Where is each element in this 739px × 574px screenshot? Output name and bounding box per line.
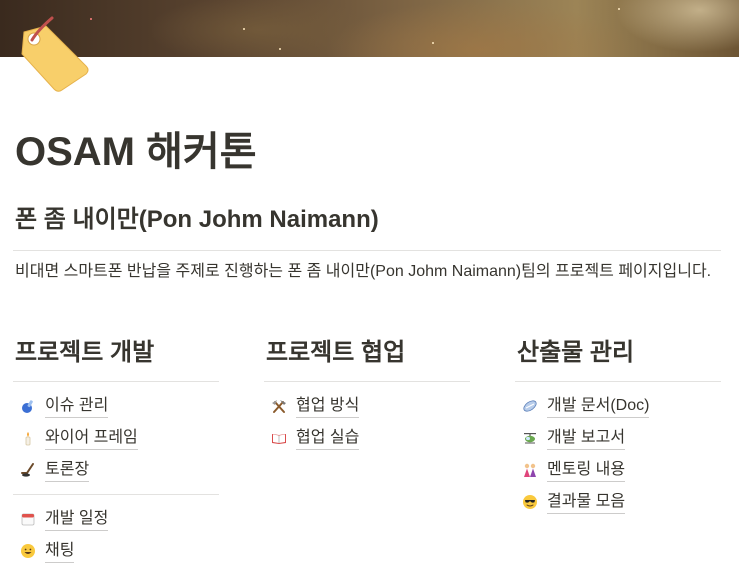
link-dev-report[interactable]: 개발 보고서 [517, 422, 725, 454]
link-label[interactable]: 개발 일정 [45, 508, 109, 531]
calendar-icon [19, 510, 37, 528]
link-label[interactable]: 협업 실습 [296, 427, 360, 450]
helicopter-icon [521, 429, 539, 447]
cover-star [618, 8, 620, 10]
cover-image [0, 0, 739, 57]
group-divider [13, 494, 219, 495]
link-label[interactable]: 채팅 [45, 540, 75, 563]
column-divider [264, 381, 470, 382]
column-project-collab: 프로젝트 협업 협업 방식 협업 실습 [264, 333, 474, 454]
link-label[interactable]: 토론장 [45, 459, 90, 482]
test-tube-icon [19, 397, 37, 415]
link-label[interactable]: 결과물 모음 [547, 491, 626, 514]
link-label[interactable]: 이슈 관리 [45, 395, 109, 418]
link-label[interactable]: 협업 방식 [296, 395, 360, 418]
link-label[interactable]: 개발 보고서 [547, 427, 626, 450]
page-title: OSAM 해커톤 [15, 130, 257, 174]
dancers-icon [521, 461, 539, 479]
link-label[interactable]: 와이어 프레임 [45, 427, 138, 450]
column-divider [515, 381, 721, 382]
link-label[interactable]: 개발 문서(Doc) [547, 395, 650, 418]
column-divider [13, 381, 219, 382]
candle-icon [19, 429, 37, 447]
column-project-dev: 프로젝트 개발 이슈 관리 와이어 프레임 토론장 개발 일정 채팅 [13, 333, 223, 567]
sunglasses-face-icon [521, 493, 539, 511]
link-chat[interactable]: 채팅 [15, 535, 223, 567]
link-issue-management[interactable]: 이슈 관리 [15, 390, 223, 422]
hammer-pick-icon [270, 397, 288, 415]
rugby-ball-icon [521, 397, 539, 415]
page-description: 비대면 스마트폰 반납을 주제로 진행하는 폰 좀 내이만(Pon Johm N… [15, 263, 712, 280]
link-mentoring[interactable]: 멘토링 내용 [517, 454, 725, 486]
label-tag-icon[interactable] [16, 14, 92, 96]
link-results[interactable]: 결과물 모음 [517, 486, 725, 518]
link-collab-practice[interactable]: 협업 실습 [266, 422, 474, 454]
column-heading: 산출물 관리 [517, 339, 635, 366]
cover-star [243, 28, 245, 30]
column-deliverables: 산출물 관리 개발 문서(Doc) 개발 보고서 멘토링 내용 결과물 모음 [515, 333, 725, 518]
book-icon [270, 429, 288, 447]
link-wireframe[interactable]: 와이어 프레임 [15, 422, 223, 454]
smile-icon [19, 542, 37, 560]
team-heading: 폰 좀 내이만(Pon Johm Naimann) [15, 206, 379, 233]
link-discussion[interactable]: 토론장 [15, 454, 223, 486]
heading-divider [13, 250, 721, 251]
link-dev-schedule[interactable]: 개발 일정 [15, 503, 223, 535]
link-dev-docs[interactable]: 개발 문서(Doc) [517, 390, 725, 422]
link-collab-method[interactable]: 협업 방식 [266, 390, 474, 422]
column-heading: 프로젝트 협업 [266, 339, 406, 366]
cover-star [279, 48, 281, 50]
column-heading: 프로젝트 개발 [15, 339, 155, 366]
hockey-icon [19, 461, 37, 479]
link-label[interactable]: 멘토링 내용 [547, 459, 626, 482]
cover-star [432, 42, 434, 44]
